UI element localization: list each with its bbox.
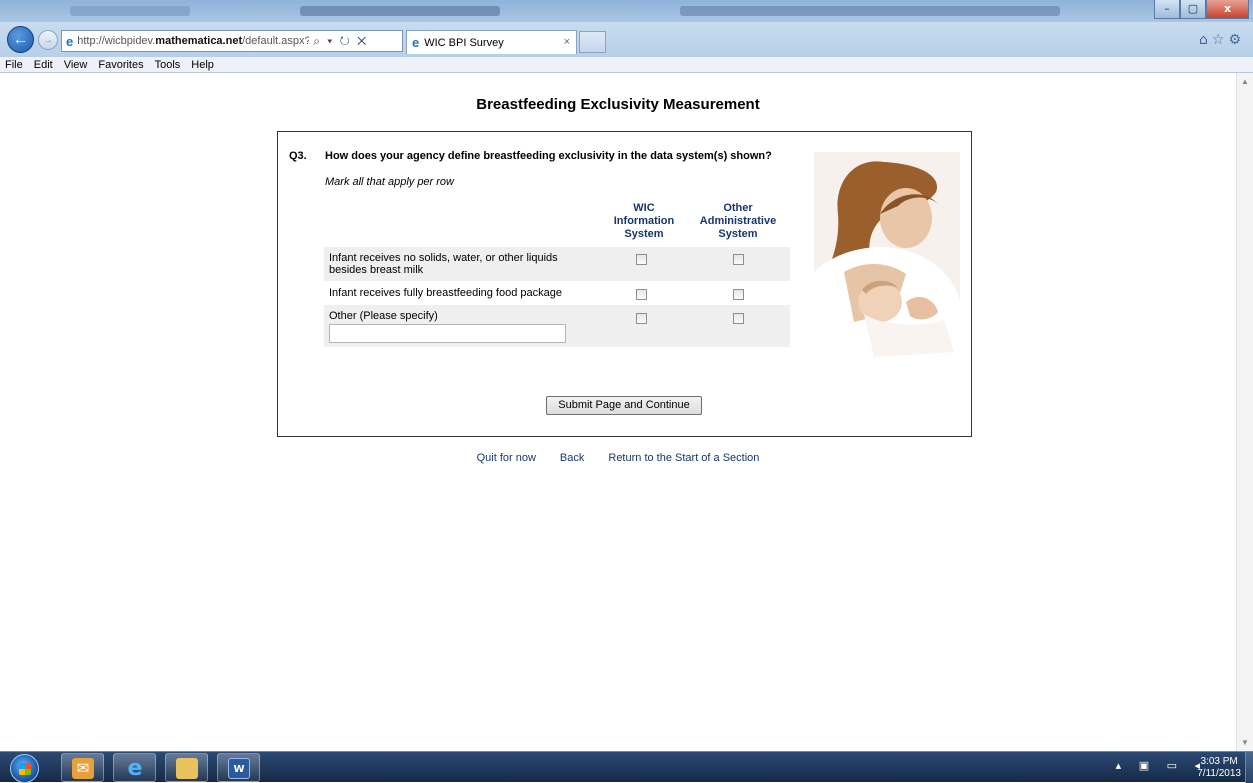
row-label: Infant receives no solids, water, or oth… xyxy=(329,252,558,276)
menu-view[interactable]: View xyxy=(64,59,88,71)
menu-bar: File Edit View Favorites Tools Help xyxy=(0,57,1253,72)
checkbox-wic[interactable] xyxy=(636,254,647,265)
forward-arrow-icon[interactable]: → xyxy=(38,30,58,50)
answer-row: Infant receives fully breastfeeding food… xyxy=(324,282,790,304)
question-instruction: Mark all that apply per row xyxy=(325,176,454,188)
back-link[interactable]: Back xyxy=(560,452,584,464)
answer-row: Infant receives no solids, water, or oth… xyxy=(324,247,790,281)
column-header-line: System xyxy=(624,228,664,240)
column-header-other: Other Administrative System xyxy=(688,202,788,241)
window-titlebar: – ▢ x xyxy=(0,0,1253,22)
survey-question-box: Q3. How does your agency define breastfe… xyxy=(277,131,972,437)
mother-nursing-photo xyxy=(814,152,960,370)
column-header-line: Administrative xyxy=(699,215,777,227)
clock-time: 3:03 PM xyxy=(1200,756,1238,767)
checkbox-other[interactable] xyxy=(733,289,744,300)
menu-tools[interactable]: Tools xyxy=(155,59,181,71)
window-controls: – ▢ x xyxy=(1154,0,1249,19)
start-button[interactable] xyxy=(10,754,39,783)
checkbox-other[interactable] xyxy=(733,254,744,265)
scroll-up-icon[interactable]: ▲ xyxy=(1241,77,1249,86)
taskbar-word[interactable]: W xyxy=(217,753,260,782)
menu-favorites[interactable]: Favorites xyxy=(98,59,143,71)
taskbar-reflection xyxy=(70,6,190,16)
tab-wic-bpi-survey[interactable]: e WIC BPI Survey × xyxy=(406,30,577,54)
word-icon: W xyxy=(228,758,250,779)
checkbox-wic[interactable] xyxy=(636,313,647,324)
home-favorites-tools-icons[interactable]: ⌂☆⚙ xyxy=(1199,32,1245,48)
tab-title: WIC BPI Survey xyxy=(424,36,504,49)
windows-logo-icon xyxy=(19,763,31,775)
return-to-section-link[interactable]: Return to the Start of a Section xyxy=(608,452,759,464)
menu-edit[interactable]: Edit xyxy=(34,59,53,71)
navigation-links: Quit for now Back Return to the Start of… xyxy=(0,452,1236,464)
answer-row: Other (Please specify) xyxy=(324,305,790,347)
quit-link[interactable]: Quit for now xyxy=(477,452,536,464)
address-url[interactable]: http://wicbpidev.mathematica.net/default… xyxy=(77,35,309,47)
clock-date: 7/11/2013 xyxy=(1197,768,1241,779)
checkbox-wic[interactable] xyxy=(636,289,647,300)
menu-help[interactable]: Help xyxy=(191,59,214,71)
submit-page-button[interactable]: Submit Page and Continue xyxy=(546,396,702,415)
taskbar-explorer[interactable] xyxy=(165,753,208,782)
windows-taskbar: ✉ e W ▴ ▣ ▭ ◂ 3:03 PM 7/11/2013 xyxy=(0,751,1253,783)
menu-file[interactable]: File xyxy=(5,59,23,71)
back-arrow-icon[interactable]: ← xyxy=(7,26,34,53)
scroll-down-icon[interactable]: ▼ xyxy=(1241,738,1249,747)
column-header-wic: WIC Information System xyxy=(600,202,688,241)
question-text: How does your agency define breastfeedin… xyxy=(325,150,772,162)
close-window-button[interactable]: x xyxy=(1206,0,1249,19)
checkbox-other[interactable] xyxy=(733,313,744,324)
column-header-line: Information xyxy=(613,215,675,227)
tab-close-icon[interactable]: × xyxy=(564,36,570,48)
folder-icon xyxy=(176,758,198,779)
outlook-icon: ✉ xyxy=(72,758,94,779)
minimize-button[interactable]: – xyxy=(1154,0,1180,19)
taskbar-internet-explorer[interactable]: e xyxy=(113,753,156,782)
vertical-scrollbar[interactable]: ▲ ▼ xyxy=(1236,73,1253,751)
ie-page-icon: e xyxy=(66,33,74,49)
taskbar-reflection xyxy=(680,6,1060,16)
question-number: Q3. xyxy=(289,150,307,162)
taskbar-reflection xyxy=(300,6,500,16)
column-header-line: WIC xyxy=(633,202,655,214)
new-tab-button[interactable] xyxy=(579,31,606,53)
row-label: Infant receives fully breastfeeding food… xyxy=(329,287,562,299)
taskbar-outlook[interactable]: ✉ xyxy=(61,753,104,782)
column-header-line: System xyxy=(718,228,758,240)
maximize-button[interactable]: ▢ xyxy=(1180,0,1206,19)
ie-tab-icon: e xyxy=(412,35,420,50)
row-label: Other (Please specify) xyxy=(329,310,438,322)
address-controls[interactable]: ⌕ ▾ ↻ ✕ xyxy=(313,34,368,49)
page-title: Breastfeeding Exclusivity Measurement xyxy=(476,96,760,113)
row-label-line: besides breast milk xyxy=(329,264,424,276)
system-tray-icons[interactable]: ▴ ▣ ▭ ◂ xyxy=(1116,759,1207,772)
clock[interactable]: 3:03 PM 7/11/2013 xyxy=(1197,756,1241,780)
show-desktop-button[interactable] xyxy=(1245,752,1253,783)
column-header-line: Other xyxy=(723,202,753,214)
divider xyxy=(0,72,1253,73)
row-label-line: Infant receives no solids, water, or oth… xyxy=(329,252,558,264)
address-bar[interactable]: e http://wicbpidev.mathematica.net/defau… xyxy=(61,30,403,52)
other-specify-input[interactable] xyxy=(329,324,566,343)
ie-icon: e xyxy=(127,756,143,781)
